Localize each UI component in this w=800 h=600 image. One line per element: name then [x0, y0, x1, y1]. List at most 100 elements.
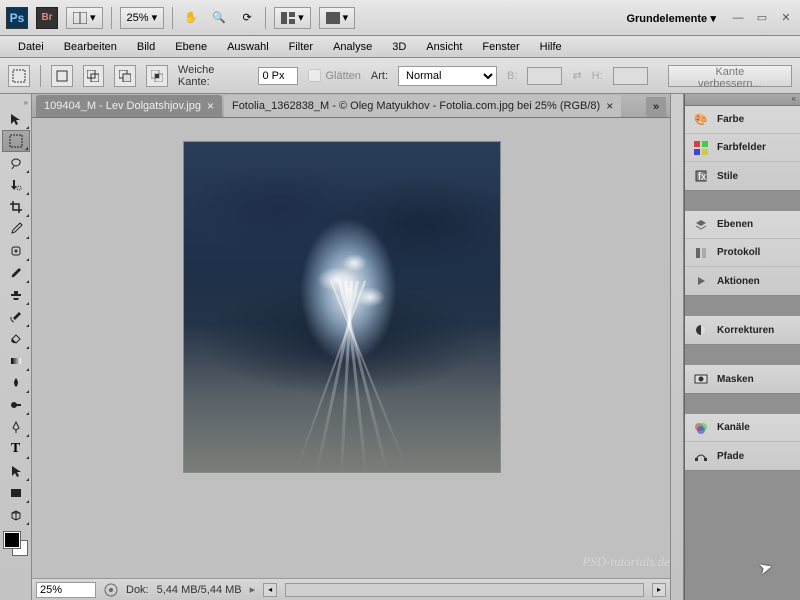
panel-ebenen[interactable]: Ebenen — [685, 211, 800, 239]
screen-mode-icon — [326, 12, 340, 24]
options-bar: Weiche Kante: Glätten Art: Normal B: ⇄ H… — [0, 58, 800, 94]
menu-hilfe[interactable]: Hilfe — [530, 38, 572, 56]
3d-tool[interactable] — [2, 504, 30, 526]
eraser-tool[interactable] — [2, 328, 30, 350]
panel-farbe[interactable]: 🎨 Farbe — [685, 106, 800, 134]
menu-ebene[interactable]: Ebene — [165, 38, 217, 56]
history-icon — [693, 245, 709, 261]
menu-fenster[interactable]: Fenster — [472, 38, 529, 56]
chevron-down-icon: ▾ — [152, 11, 158, 24]
photoshop-logo-icon: Ps — [6, 7, 28, 29]
panel-group-masks: Masken — [685, 365, 800, 394]
swap-dim-icon: ⇄ — [572, 69, 581, 82]
window-grid-icon — [73, 12, 87, 24]
menu-filter[interactable]: Filter — [279, 38, 323, 56]
toolbox-collapse-icon[interactable]: » — [0, 98, 31, 108]
antialias-checkbox: Glätten — [308, 69, 360, 82]
menu-bild[interactable]: Bild — [127, 38, 165, 56]
shape-tool[interactable] — [2, 482, 30, 504]
arrange-docs-dropdown[interactable]: ▾ — [274, 7, 311, 29]
dock-collapse-icon[interactable]: « — [685, 94, 800, 106]
tab-overflow-button[interactable]: » — [646, 97, 666, 117]
vertical-scrollbar-strip[interactable] — [670, 94, 684, 600]
dodge-tool[interactable] — [2, 394, 30, 416]
close-button[interactable]: ✕ — [778, 10, 794, 26]
menu-datei[interactable]: Datei — [8, 38, 54, 56]
panel-farbfelder[interactable]: Farbfelder — [685, 134, 800, 162]
marquee-tool[interactable] — [2, 130, 30, 152]
chevron-down-icon: ▾ — [298, 11, 304, 24]
menu-bearbeiten[interactable]: Bearbeiten — [54, 38, 127, 56]
color-swatches[interactable] — [4, 532, 28, 556]
menu-analyse[interactable]: Analyse — [323, 38, 382, 56]
zoom-tool-icon[interactable]: 🔍 — [209, 8, 229, 28]
selection-intersect-button[interactable] — [146, 65, 168, 87]
panel-masken[interactable]: Masken — [685, 365, 800, 393]
brush-tool[interactable] — [2, 262, 30, 284]
history-brush-tool[interactable] — [2, 306, 30, 328]
menu-ansicht[interactable]: Ansicht — [416, 38, 472, 56]
maximize-button[interactable]: ▭ — [754, 10, 770, 26]
masks-icon — [693, 371, 709, 387]
canvas-viewport[interactable] — [32, 118, 670, 578]
zoom-level-dropdown[interactable]: 25% ▾ — [120, 7, 165, 29]
horizontal-scrollbar[interactable] — [285, 583, 644, 597]
scroll-right-button[interactable]: ▸ — [652, 583, 666, 597]
selection-new-button[interactable] — [51, 65, 73, 87]
hand-tool-icon[interactable]: ✋ — [181, 8, 201, 28]
zoom-level-label: 25% — [127, 12, 149, 24]
toolbox: » T — [0, 94, 32, 600]
clone-stamp-tool[interactable] — [2, 284, 30, 306]
refine-edge-button[interactable]: Kante verbessern... — [668, 65, 792, 87]
panel-pfade[interactable]: Pfade — [685, 442, 800, 470]
rotate-view-icon[interactable]: ⟳ — [237, 8, 257, 28]
feather-input[interactable] — [258, 67, 298, 85]
watermark-text: PSD-tutorials.de — [582, 554, 670, 570]
panel-stile[interactable]: fx Stile — [685, 162, 800, 190]
panel-protokoll[interactable]: Protokoll — [685, 239, 800, 267]
move-tool[interactable] — [2, 108, 30, 130]
style-select[interactable]: Normal — [398, 66, 497, 86]
eyedropper-tool[interactable] — [2, 218, 30, 240]
lasso-tool[interactable] — [2, 152, 30, 174]
status-info-icon[interactable] — [104, 583, 118, 597]
menu-3d[interactable]: 3D — [382, 38, 416, 56]
foreground-color-swatch[interactable] — [4, 532, 20, 548]
app-topbar: Ps Br ▾ 25% ▾ ✋ 🔍 ⟳ ▾ ▾ Grundelemente ▾ … — [0, 0, 800, 36]
crop-tool[interactable] — [2, 196, 30, 218]
healing-brush-tool[interactable] — [2, 240, 30, 262]
swatches-icon — [693, 140, 709, 156]
zoom-input[interactable] — [36, 582, 96, 598]
close-icon[interactable]: × — [207, 99, 214, 113]
work-area: » T 109404_M - Lev Dolgatshjov.jpg × — [0, 94, 800, 600]
workspace-switcher[interactable]: Grundelemente ▾ — [620, 11, 722, 25]
menu-auswahl[interactable]: Auswahl — [217, 38, 279, 56]
close-icon[interactable]: × — [606, 99, 613, 113]
view-mode-dropdown[interactable]: ▾ — [66, 7, 103, 29]
minimize-button[interactable]: — — [730, 10, 746, 26]
panel-aktionen[interactable]: Aktionen — [685, 267, 800, 295]
current-tool-preset[interactable] — [8, 65, 30, 87]
marquee-rect-icon — [12, 69, 26, 83]
scroll-left-button[interactable]: ◂ — [263, 583, 277, 597]
gradient-tool[interactable] — [2, 350, 30, 372]
panel-korrekturen[interactable]: Korrekturen — [685, 316, 800, 344]
panel-group-channels: Kanäle Pfade — [685, 414, 800, 471]
document-tab[interactable]: Fotolia_1362838_M - © Oleg Matyukhov - F… — [224, 95, 621, 117]
document-tab[interactable]: 109404_M - Lev Dolgatshjov.jpg × — [36, 95, 222, 117]
selection-add-button[interactable] — [83, 65, 105, 87]
panel-kanaele[interactable]: Kanäle — [685, 414, 800, 442]
palette-icon: 🎨 — [693, 112, 709, 128]
panel-group-color: 🎨 Farbe Farbfelder fx Stile — [685, 106, 800, 191]
quick-select-tool[interactable] — [2, 174, 30, 196]
chevron-right-icon[interactable]: ▸ — [250, 583, 256, 596]
screen-mode-dropdown[interactable]: ▾ — [319, 7, 356, 29]
type-tool[interactable]: T — [2, 438, 30, 460]
canvas-image[interactable] — [184, 142, 500, 472]
blur-tool[interactable] — [2, 372, 30, 394]
path-select-tool[interactable] — [2, 460, 30, 482]
bridge-logo-icon[interactable]: Br — [36, 7, 58, 29]
status-dok-label: Dok: — [126, 584, 149, 596]
selection-subtract-button[interactable] — [114, 65, 136, 87]
pen-tool[interactable] — [2, 416, 30, 438]
